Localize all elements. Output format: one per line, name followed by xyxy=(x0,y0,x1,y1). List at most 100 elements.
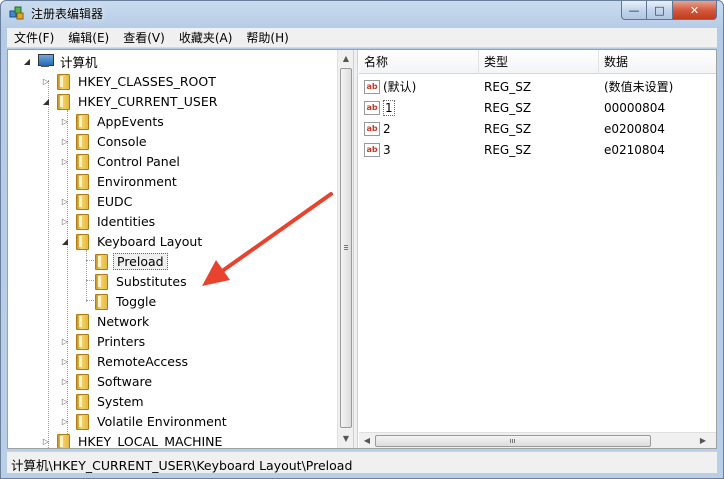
arrow-shaft xyxy=(216,192,333,276)
expand-arrow-icon[interactable]: ▷ xyxy=(41,77,51,86)
tree-item-volatile-environment[interactable]: ▷ Volatile Environment xyxy=(60,411,230,431)
tree-label: Printers xyxy=(97,333,146,349)
value-type: REG_SZ xyxy=(484,142,532,157)
tree-item-software[interactable]: ▷ Software xyxy=(60,371,155,391)
tree-item-console[interactable]: ▷ Console xyxy=(60,131,150,151)
status-bar: 计算机\HKEY_CURRENT_USER\Keyboard Layout\Pr… xyxy=(7,451,717,473)
string-value-icon: ab xyxy=(364,142,380,157)
tree-item-printers[interactable]: ▷ Printers xyxy=(60,331,148,351)
column-header-data[interactable]: 数据 xyxy=(599,50,716,74)
values-list: 名称 类型 数据 ab (默认) REG_SZ (数值未设置) ab 1 REG… xyxy=(359,50,716,448)
expand-arrow-icon[interactable]: ▷ xyxy=(60,397,70,406)
collapse-arrow-icon[interactable]: ◢ xyxy=(22,57,32,66)
expand-arrow-icon[interactable]: ▷ xyxy=(60,137,70,146)
folder-icon xyxy=(55,94,71,110)
maximize-button[interactable]: □ xyxy=(647,1,673,20)
tree-item-environment[interactable]: Environment xyxy=(60,171,180,191)
registry-app-icon xyxy=(9,6,24,20)
expand-arrow-icon[interactable]: ▷ xyxy=(41,437,51,446)
value-row[interactable]: ab 3 REG_SZ e0210804 xyxy=(359,139,716,160)
tree-item-hkey-current-user[interactable]: ◢ HKEY_CURRENT_USER xyxy=(41,91,220,111)
folder-icon xyxy=(55,434,71,448)
pane-splitter[interactable] xyxy=(353,50,358,448)
tree-label: AppEvents xyxy=(97,113,164,129)
title-bar: 注册表编辑器 — □ ✕ xyxy=(1,1,723,27)
menu-favorites[interactable]: 收藏夹(A) xyxy=(172,28,240,48)
menu-bar: 文件(F) 编辑(E) 查看(V) 收藏夹(A) 帮助(H) xyxy=(7,28,717,48)
scroll-left-icon[interactable]: ◀ xyxy=(361,434,373,448)
tree-item-appevents[interactable]: ▷ AppEvents xyxy=(60,111,167,131)
expand-arrow-icon[interactable]: ▷ xyxy=(60,197,70,206)
column-header-name[interactable]: 名称 xyxy=(359,50,479,74)
tree-label: RemoteAccess xyxy=(97,353,189,369)
value-type: REG_SZ xyxy=(484,79,532,94)
value-name: 3 xyxy=(383,142,391,157)
tree-label: Environment xyxy=(97,173,177,189)
expand-arrow-icon[interactable]: ▷ xyxy=(60,157,70,166)
value-row[interactable]: ab 1 REG_SZ 00000804 xyxy=(359,97,716,118)
status-path: 计算机\HKEY_CURRENT_USER\Keyboard Layout\Pr… xyxy=(11,458,353,473)
value-row[interactable]: ab (默认) REG_SZ (数值未设置) xyxy=(359,76,716,97)
value-row[interactable]: ab 2 REG_SZ e0200804 xyxy=(359,118,716,139)
tree-item-identities[interactable]: ▷ Identities xyxy=(60,211,158,231)
list-horizontal-scrollbar[interactable]: ◀ ▶ xyxy=(359,432,716,448)
tree-label: Console xyxy=(97,133,147,149)
menu-file[interactable]: 文件(F) xyxy=(7,28,61,48)
expand-arrow-icon[interactable]: ▷ xyxy=(60,117,70,126)
expand-arrow-icon[interactable]: ▷ xyxy=(60,417,70,426)
maximize-icon: □ xyxy=(654,3,665,17)
tree-label: HKEY_CURRENT_USER xyxy=(78,93,218,109)
folder-icon xyxy=(74,174,90,190)
list-header: 名称 类型 数据 xyxy=(359,50,716,74)
folder-icon xyxy=(74,194,90,210)
tree-item-preload[interactable]: Preload xyxy=(79,251,168,271)
scroll-up-icon[interactable]: ▲ xyxy=(340,52,352,66)
registry-editor-window: 注册表编辑器 — □ ✕ 文件(F) 编辑(E) 查看(V) 收藏夹(A) 帮助… xyxy=(0,0,724,479)
column-header-type[interactable]: 类型 xyxy=(479,50,599,74)
tree-label: Control Panel xyxy=(97,153,180,169)
tree-label: Toggle xyxy=(116,293,157,309)
expand-arrow-icon[interactable]: ▷ xyxy=(60,337,70,346)
folder-icon xyxy=(74,394,90,410)
string-value-icon: ab xyxy=(364,79,380,94)
folder-icon xyxy=(74,234,90,250)
value-type: REG_SZ xyxy=(484,121,532,136)
tree-item-control-panel[interactable]: ▷ Control Panel xyxy=(60,151,183,171)
close-button[interactable]: ✕ xyxy=(673,1,717,20)
folder-icon xyxy=(74,414,90,430)
tree-item-computer[interactable]: ◢ 计算机 xyxy=(22,51,101,71)
tree-item-remoteaccess[interactable]: ▷ RemoteAccess xyxy=(60,351,191,371)
minimize-button[interactable]: — xyxy=(621,1,647,20)
collapse-arrow-icon[interactable]: ◢ xyxy=(60,237,70,246)
value-type: REG_SZ xyxy=(484,100,532,115)
menu-edit[interactable]: 编辑(E) xyxy=(61,28,116,48)
menu-view[interactable]: 查看(V) xyxy=(116,28,172,48)
scroll-right-icon[interactable]: ▶ xyxy=(697,434,709,448)
list-scroll-thumb[interactable] xyxy=(375,435,651,447)
tree-item-hkey-local-machine[interactable]: ▷ HKEY_LOCAL_MACHINE xyxy=(41,431,225,448)
red-arrow-annotation xyxy=(202,192,333,286)
tree-item-toggle[interactable]: Toggle xyxy=(79,291,159,311)
folder-icon xyxy=(74,374,90,390)
menu-help[interactable]: 帮助(H) xyxy=(239,28,295,48)
folder-icon xyxy=(55,74,71,90)
tree-label-selected: Preload xyxy=(113,252,168,270)
scroll-down-icon[interactable]: ▼ xyxy=(340,432,352,446)
tree-item-substitutes[interactable]: Substitutes xyxy=(79,271,190,291)
collapse-arrow-icon[interactable]: ◢ xyxy=(41,97,51,106)
close-icon: ✕ xyxy=(689,3,700,17)
expand-arrow-icon[interactable]: ▷ xyxy=(60,377,70,386)
tree-scroll-thumb[interactable] xyxy=(340,68,352,428)
folder-icon xyxy=(93,274,109,290)
string-value-icon: ab xyxy=(364,100,380,115)
arrow-head xyxy=(202,260,230,286)
tree-item-eudc[interactable]: ▷ EUDC xyxy=(60,191,135,211)
tree-vertical-scrollbar[interactable]: ▲ ▼ xyxy=(337,50,353,448)
tree-item-network[interactable]: Network xyxy=(60,311,152,331)
value-name: (默认) xyxy=(383,80,417,94)
expand-arrow-icon[interactable]: ▷ xyxy=(60,217,70,226)
tree-item-system[interactable]: ▷ System xyxy=(60,391,147,411)
tree-item-keyboard-layout[interactable]: ◢ Keyboard Layout xyxy=(60,231,205,251)
tree-item-hkey-classes-root[interactable]: ▷ HKEY_CLASSES_ROOT xyxy=(41,71,219,91)
expand-arrow-icon[interactable]: ▷ xyxy=(60,357,70,366)
